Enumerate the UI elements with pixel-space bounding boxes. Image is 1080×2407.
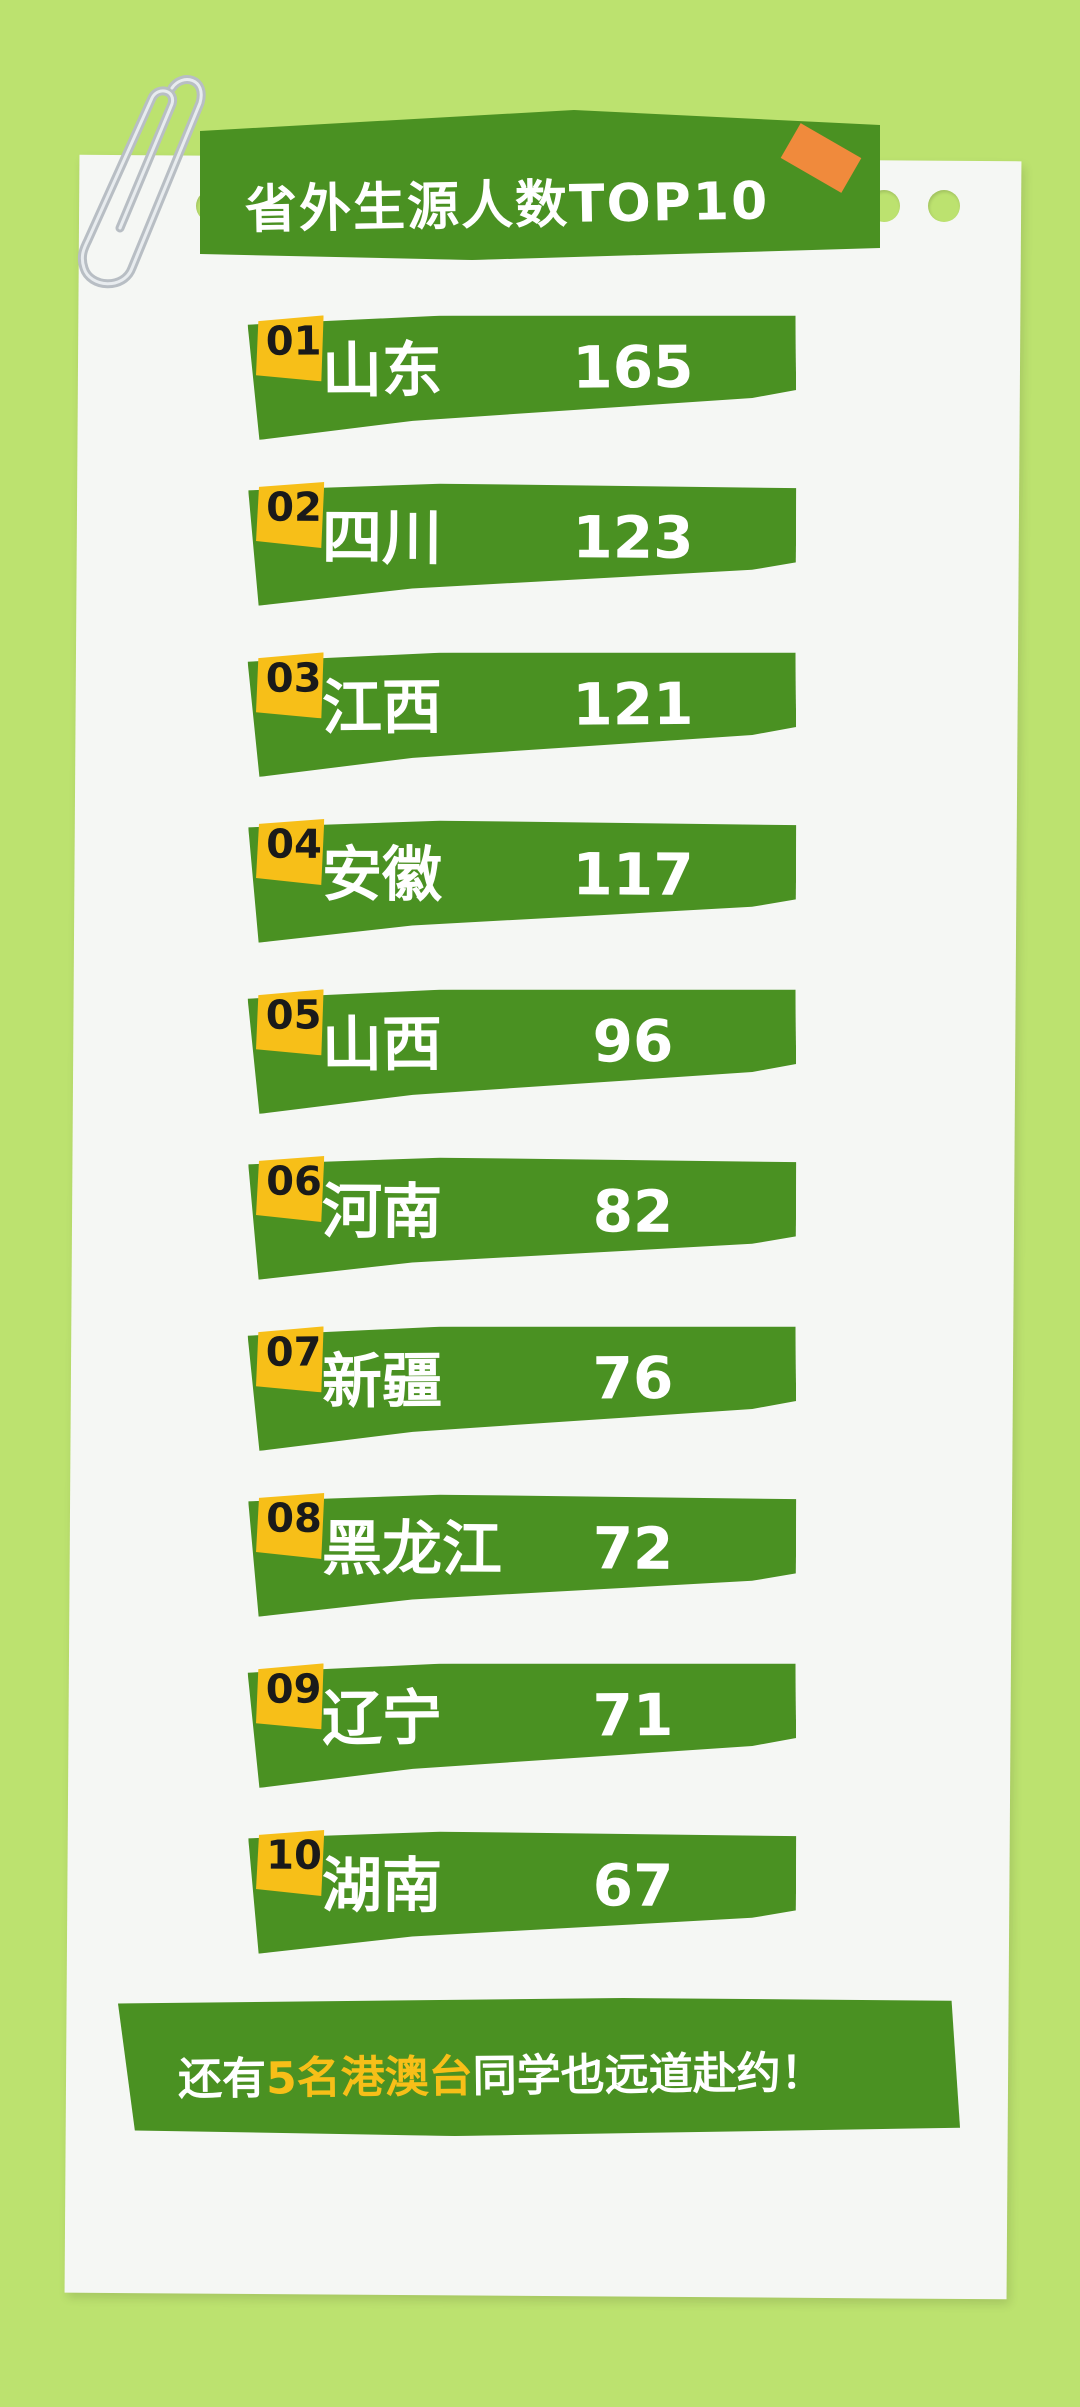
province-name: 山东 bbox=[321, 335, 443, 407]
ranking-row: 06 河南 82 bbox=[248, 1151, 797, 1282]
province-name: 辽宁 bbox=[321, 1683, 443, 1755]
page-title: 省外生源人数TOP10 bbox=[244, 171, 770, 241]
province-name: 黑龙江 bbox=[321, 1513, 503, 1585]
rank-number: 07 bbox=[265, 1329, 322, 1376]
footer-prefix: 还有 bbox=[177, 2053, 267, 2106]
province-name: 四川 bbox=[321, 502, 443, 574]
rank-number: 10 bbox=[266, 1832, 322, 1879]
rank-number: 01 bbox=[265, 318, 322, 365]
student-count: 76 bbox=[592, 1343, 674, 1413]
student-count: 71 bbox=[592, 1680, 674, 1750]
province-name: 安徽 bbox=[321, 839, 443, 911]
rank-number: 09 bbox=[265, 1666, 322, 1713]
ranking-row: 08 黑龙江 72 bbox=[248, 1488, 797, 1619]
rank-number: 04 bbox=[266, 821, 322, 868]
ranking-row: 01 山东 165 bbox=[248, 308, 797, 440]
rank-number: 06 bbox=[266, 1158, 322, 1205]
student-count: 67 bbox=[592, 1850, 674, 1920]
ranking-row: 05 山西 96 bbox=[248, 982, 797, 1114]
province-name: 湖南 bbox=[321, 1850, 443, 1922]
rank-number: 02 bbox=[266, 484, 322, 531]
province-name: 山西 bbox=[321, 1009, 443, 1081]
province-name: 新疆 bbox=[321, 1346, 443, 1418]
rank-number: 08 bbox=[266, 1495, 322, 1542]
ranking-row: 10 湖南 67 bbox=[248, 1825, 797, 1956]
footer-highlight: 5名港澳台 bbox=[265, 2051, 473, 2105]
ranking-row: 04 安徽 117 bbox=[248, 814, 797, 945]
ranking-row: 09 辽宁 71 bbox=[248, 1656, 797, 1788]
footer-note: 还有5名港澳台同学也远道赴约！ bbox=[178, 2037, 825, 2108]
student-count: 82 bbox=[592, 1176, 674, 1246]
student-count: 72 bbox=[592, 1513, 674, 1583]
student-count: 117 bbox=[572, 839, 694, 909]
province-name: 河南 bbox=[321, 1176, 443, 1248]
paperclip-icon bbox=[77, 75, 206, 289]
rank-number: 05 bbox=[265, 992, 322, 1039]
ranking-row: 02 四川 123 bbox=[248, 477, 797, 608]
ranking-row: 07 新疆 76 bbox=[248, 1319, 797, 1451]
student-count: 96 bbox=[592, 1006, 674, 1076]
footer-suffix: 同学也远道赴约！ bbox=[472, 2047, 825, 2103]
student-count: 121 bbox=[572, 669, 694, 739]
punch-hole-right-2 bbox=[928, 190, 960, 222]
province-name: 江西 bbox=[321, 672, 443, 744]
student-count: 165 bbox=[572, 332, 694, 402]
ranking-row: 03 江西 121 bbox=[248, 645, 797, 777]
rank-number: 03 bbox=[265, 655, 322, 702]
student-count: 123 bbox=[572, 502, 694, 572]
